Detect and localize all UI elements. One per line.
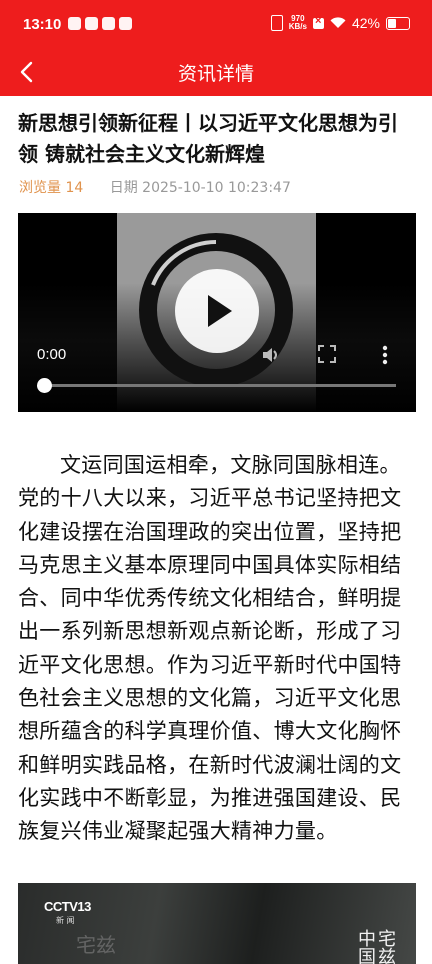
video-time: 0:00 bbox=[37, 346, 67, 363]
status-indicators: 970 KB/s 42% bbox=[270, 14, 410, 31]
app-header: 资讯详情 bbox=[0, 50, 432, 96]
page-title: 资讯详情 bbox=[177, 63, 254, 85]
play-button[interactable] bbox=[175, 269, 259, 353]
app-notification-icon bbox=[68, 17, 81, 30]
calligraphy-right: 中宅国兹 bbox=[358, 929, 398, 964]
calligraphy-left: 宅兹 bbox=[76, 933, 116, 957]
view-count: 浏览量 14 bbox=[19, 180, 84, 196]
app-notification-icon bbox=[85, 17, 98, 30]
volume-icon[interactable] bbox=[260, 344, 282, 366]
video-progress-track[interactable] bbox=[44, 384, 396, 387]
app-notification-icon bbox=[119, 17, 132, 30]
video-progress-knob[interactable] bbox=[37, 378, 52, 393]
article-body: 文运同国运相牵，文脉同国脉相连。党的十八大以来，习近平总书记坚持把文化建设摆在治… bbox=[18, 453, 402, 844]
cctv-logo-sub: 新 闻 bbox=[56, 916, 75, 925]
publish-date: 日期 2025-10-10 10:23:47 bbox=[109, 180, 291, 196]
video-player[interactable]: 0:00 bbox=[18, 213, 416, 412]
notification-icons bbox=[68, 17, 132, 30]
cctv-logo: CCTV13 bbox=[44, 899, 91, 914]
no-sim-icon bbox=[312, 15, 324, 29]
vibrate-icon bbox=[270, 15, 283, 31]
status-bar: 13:10 970 KB/s 42% bbox=[0, 0, 432, 50]
article-image: CCTV13 新 闻 宅兹 中宅国兹 bbox=[18, 883, 416, 964]
status-time: 13:10 bbox=[23, 16, 62, 33]
battery-icon bbox=[386, 16, 410, 30]
tiktok-icon bbox=[102, 17, 115, 30]
more-options-icon[interactable] bbox=[380, 344, 390, 366]
battery-percent: 42% bbox=[351, 15, 380, 31]
wifi-icon bbox=[330, 17, 346, 28]
article-title: 新思想引领新征程丨以习近平文化思想为引领 铸就社会主义文化新辉煌 bbox=[18, 111, 398, 166]
fullscreen-icon[interactable] bbox=[318, 345, 336, 363]
network-speed: 970 KB/s bbox=[288, 14, 307, 31]
article-meta: 浏览量 14 日期 2025-10-10 10:23:47 bbox=[19, 177, 291, 197]
